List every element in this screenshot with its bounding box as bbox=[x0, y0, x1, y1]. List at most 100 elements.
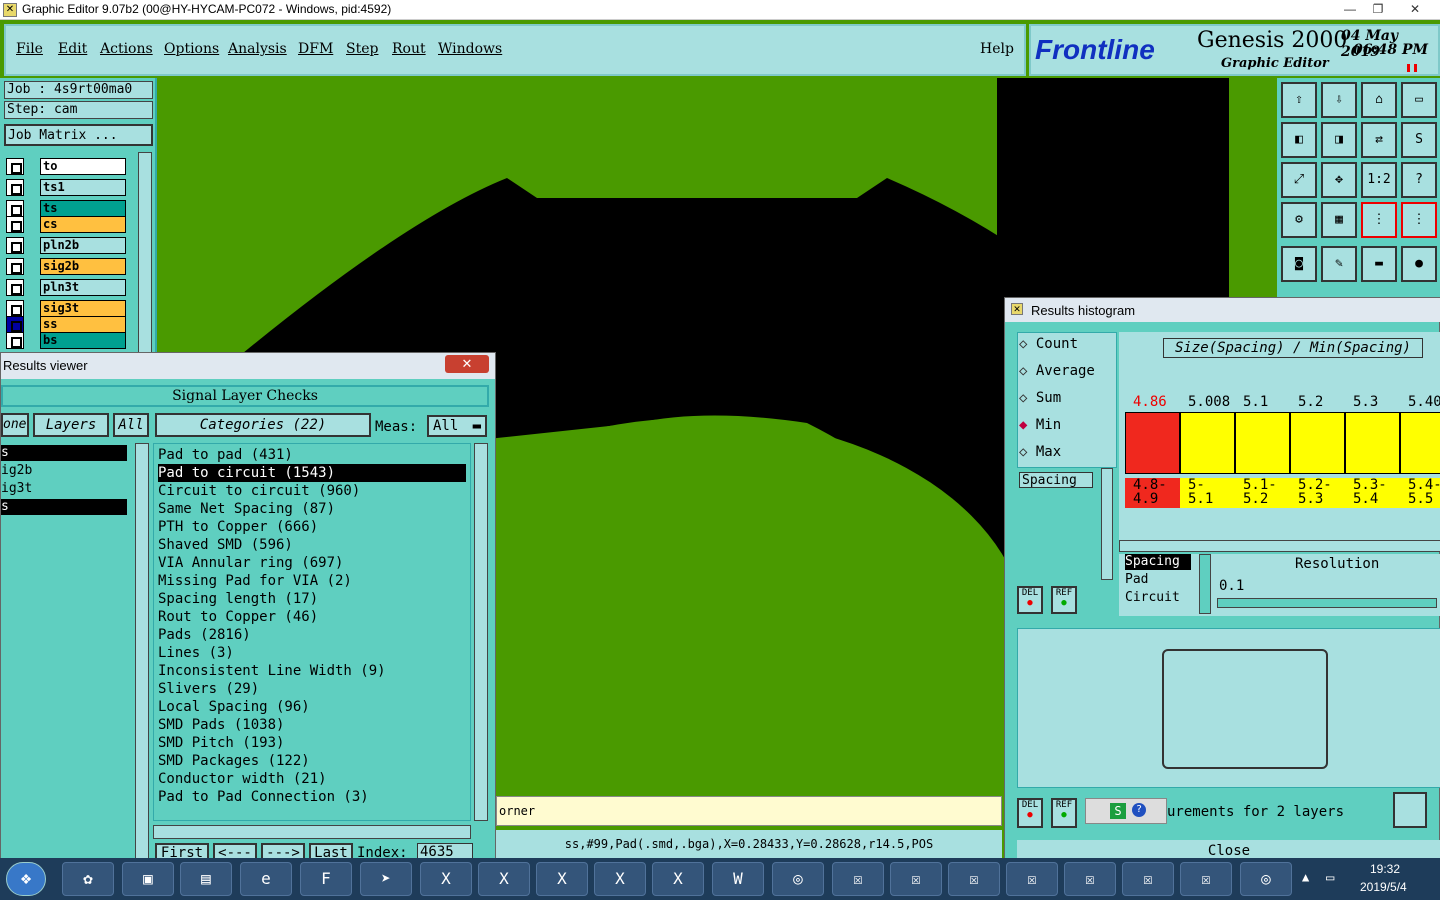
clock-date[interactable]: 2019/5/4 bbox=[1360, 880, 1407, 894]
category-item[interactable]: SMD Pitch (193) bbox=[158, 734, 284, 752]
menu-help[interactable]: Help bbox=[980, 41, 1014, 57]
taskbar-app-xwin-1[interactable]: ☒ bbox=[832, 862, 884, 896]
layer-checkbox[interactable] bbox=[6, 332, 24, 349]
layer-row-to[interactable]: to bbox=[6, 158, 126, 175]
clock-time[interactable]: 19:32 bbox=[1370, 862, 1400, 876]
histogram-bar[interactable] bbox=[1290, 412, 1345, 474]
ime-toolbar[interactable]: S ? bbox=[1085, 798, 1167, 824]
list-scrollbar[interactable] bbox=[1199, 554, 1211, 614]
layer-checkbox[interactable] bbox=[6, 300, 24, 317]
taskbar-app-genesis[interactable]: ◎ bbox=[772, 862, 824, 896]
tray-expand-icon[interactable]: ▲ bbox=[1302, 870, 1309, 884]
layer-name[interactable]: ss bbox=[40, 316, 126, 333]
layer-row-pln3t[interactable]: pln3t bbox=[6, 279, 126, 296]
taskbar-app-excel-1[interactable]: X bbox=[420, 862, 472, 896]
pan-left-icon[interactable]: ◧ bbox=[1281, 122, 1317, 158]
layer-checkbox[interactable] bbox=[6, 316, 24, 333]
layer-name[interactable]: pln3t bbox=[40, 279, 126, 296]
category-item[interactable]: Rout to Copper (46) bbox=[158, 608, 318, 626]
layer-name[interactable]: pln2b bbox=[40, 237, 126, 254]
layer-name[interactable]: bs bbox=[40, 332, 126, 349]
list-item-spacing[interactable]: Spacing bbox=[1125, 554, 1191, 570]
menu-edit[interactable]: Edit bbox=[58, 41, 87, 57]
taskbar-app-bird[interactable]: ➤ bbox=[360, 862, 412, 896]
layer-row-sig2b[interactable]: sig2b bbox=[6, 258, 126, 275]
layer-list-scrollbar[interactable] bbox=[135, 443, 149, 861]
del-button-2[interactable]: DEL ● bbox=[1017, 798, 1043, 828]
meas-select[interactable]: All ▬ bbox=[427, 415, 487, 437]
histogram-bar[interactable] bbox=[1400, 412, 1440, 474]
layer-checkbox[interactable] bbox=[6, 237, 24, 254]
category-item[interactable]: PTH to Copper (666) bbox=[158, 518, 318, 536]
taskbar-app-xwin-5[interactable]: ☒ bbox=[1064, 862, 1116, 896]
minimize-button[interactable]: — bbox=[1336, 0, 1364, 18]
menu-windows[interactable]: Windows bbox=[438, 41, 502, 57]
category-item[interactable]: Lines (3) bbox=[158, 644, 234, 662]
category-item[interactable]: Missing Pad for VIA (2) bbox=[158, 572, 352, 590]
layer-row-sig3t[interactable]: sig3t bbox=[6, 300, 126, 317]
histogram-bar[interactable] bbox=[1125, 412, 1180, 474]
filter-icon[interactable]: ⋮ bbox=[1361, 202, 1397, 238]
window-icon[interactable]: ▭ bbox=[1401, 82, 1437, 118]
mirror-icon[interactable]: ⇄ bbox=[1361, 122, 1397, 158]
layer-row-ts1[interactable]: ts1 bbox=[6, 179, 126, 196]
layer-name[interactable]: to bbox=[40, 158, 126, 175]
categories-button[interactable]: Categories (22) bbox=[155, 413, 371, 437]
taskbar-app-save[interactable]: ▣ bbox=[122, 862, 174, 896]
pan-right-icon[interactable]: ◨ bbox=[1321, 122, 1357, 158]
ref-button[interactable]: REF ● bbox=[1051, 586, 1077, 614]
histogram-bar[interactable] bbox=[1345, 412, 1400, 474]
layers-button[interactable]: Layers bbox=[33, 413, 109, 437]
layer-scrollbar[interactable] bbox=[138, 152, 152, 362]
layer-row-pln2b[interactable]: pln2b bbox=[6, 237, 126, 254]
scale-icon[interactable]: 1:2 bbox=[1361, 162, 1397, 198]
category-item[interactable]: Pad to circuit (1543) bbox=[158, 464, 466, 482]
results-viewer-close-button[interactable]: ✕ bbox=[445, 355, 489, 373]
mode-radio-average[interactable]: ◇ Average bbox=[1019, 363, 1095, 379]
category-item[interactable]: Pad to Pad Connection (3) bbox=[158, 788, 369, 806]
taskbar-app-shell[interactable]: ✿ bbox=[62, 862, 114, 896]
list-item-circuit[interactable]: Circuit bbox=[1125, 590, 1191, 606]
none-button[interactable]: one bbox=[1, 413, 29, 437]
record-icon[interactable]: ● bbox=[1401, 246, 1437, 282]
layer-name[interactable]: ts1 bbox=[40, 179, 126, 196]
category-item[interactable]: Same Net Spacing (87) bbox=[158, 500, 335, 518]
layer-row-ts[interactable]: ts bbox=[6, 200, 126, 217]
grid-icon[interactable]: ▦ bbox=[1321, 202, 1357, 238]
restore-button[interactable]: ❐ bbox=[1364, 0, 1392, 18]
taskbar-app-excel-5[interactable]: X bbox=[652, 862, 704, 896]
layer-checkbox[interactable] bbox=[6, 216, 24, 233]
open-icon[interactable]: ⇧ bbox=[1281, 82, 1317, 118]
all-layers-button[interactable]: All bbox=[113, 413, 149, 437]
category-item[interactable]: Pads (2816) bbox=[158, 626, 251, 644]
layer-checkbox[interactable] bbox=[6, 179, 24, 196]
taskbar-app-excel-4[interactable]: X bbox=[594, 862, 646, 896]
menu-analysis[interactable]: Analysis bbox=[228, 41, 287, 57]
network-icon[interactable]: ▭ bbox=[1326, 870, 1334, 886]
del-button[interactable]: DEL ● bbox=[1017, 586, 1043, 614]
category-hscrollbar[interactable] bbox=[153, 825, 471, 839]
category-item[interactable]: Conductor width (21) bbox=[158, 770, 327, 788]
measure-icon[interactable]: ⚙ bbox=[1281, 202, 1317, 238]
histogram-bar[interactable] bbox=[1235, 412, 1290, 474]
start-button[interactable]: ❖ bbox=[6, 862, 46, 896]
taskbar-app-excel-3[interactable]: X bbox=[536, 862, 588, 896]
category-item[interactable]: Shaved SMD (596) bbox=[158, 536, 293, 554]
close-button[interactable]: ✕ bbox=[1400, 0, 1430, 18]
taskbar-app-genesis-2[interactable]: ◎ bbox=[1240, 862, 1292, 896]
mode-radio-sum[interactable]: ◇ Sum bbox=[1019, 390, 1061, 406]
category-item[interactable]: SMD Pads (1038) bbox=[158, 716, 284, 734]
category-item[interactable]: SMD Packages (122) bbox=[158, 752, 310, 770]
category-item[interactable]: Circuit to circuit (960) bbox=[158, 482, 360, 500]
taskbar-app-xwin-6[interactable]: ☒ bbox=[1122, 862, 1174, 896]
taskbar-app-xwin-3[interactable]: ☒ bbox=[948, 862, 1000, 896]
ref-button-2[interactable]: REF ● bbox=[1051, 798, 1077, 828]
histogram-bar[interactable] bbox=[1180, 412, 1235, 474]
snap-icon[interactable]: S bbox=[1401, 122, 1437, 158]
layer-row-ss[interactable]: ss bbox=[6, 316, 126, 333]
layer-row-bs[interactable]: bs bbox=[6, 332, 126, 349]
category-item[interactable]: Inconsistent Line Width (9) bbox=[158, 662, 386, 680]
list-item-pad[interactable]: Pad bbox=[1125, 572, 1191, 588]
category-scrollbar[interactable] bbox=[474, 443, 488, 821]
layer-row-cs[interactable]: cs bbox=[6, 216, 126, 233]
